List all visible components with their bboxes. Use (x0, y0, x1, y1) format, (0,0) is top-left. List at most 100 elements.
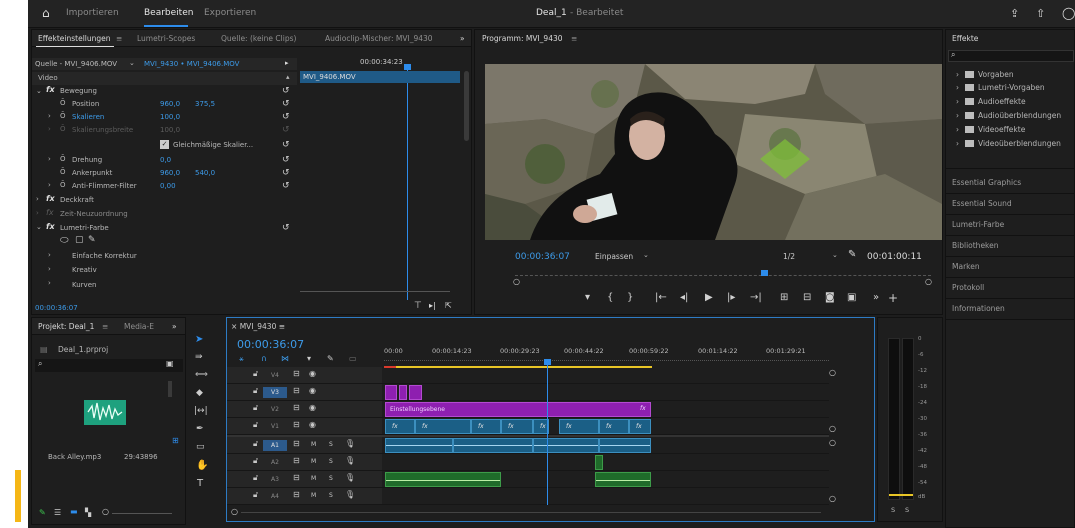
green-audio-clip[interactable] (595, 472, 651, 487)
more-tabs-icon[interactable]: » (172, 322, 177, 331)
purple-clip[interactable] (385, 385, 397, 400)
track-target[interactable]: A3 (263, 474, 287, 485)
audio-clip[interactable] (453, 438, 533, 453)
solo-left-button[interactable]: S (891, 506, 895, 514)
tab-quelle[interactable]: Quelle: (keine Clips) (221, 34, 296, 43)
zoom-slider-track[interactable] (112, 513, 172, 514)
program-timecode[interactable]: 00:00:36:07 (515, 252, 570, 262)
new-bin-icon[interactable]: ▣ (166, 359, 174, 368)
play-only-icon[interactable]: ▸ (285, 59, 289, 67)
mute-button[interactable]: M (311, 492, 316, 499)
reset-icon[interactable]: ↺ (282, 155, 290, 165)
sync-lock-icon[interactable]: ⊟ (293, 420, 300, 429)
tab-lumetri-scopes[interactable]: Lumetri-Scopes (137, 34, 195, 43)
reset-icon[interactable]: ↺ (282, 112, 290, 122)
lift-icon[interactable]: ⊞ (780, 292, 788, 303)
track-target[interactable]: V4 (263, 370, 287, 381)
sync-lock-icon[interactable]: ⊟ (293, 456, 300, 465)
stopwatch-icon[interactable]: Ō (60, 112, 66, 120)
sequence-label[interactable]: MVI_9430 • MVI_9406.MOV (144, 60, 239, 68)
ripple-tool-icon[interactable]: ⟺ (195, 370, 208, 380)
track-target[interactable]: A4 (263, 491, 287, 502)
home-icon[interactable]: ⌂ (42, 6, 50, 20)
rect-mask-icon[interactable]: ▢ (75, 235, 84, 245)
program-playhead[interactable] (761, 270, 768, 276)
mark-out-icon[interactable]: } (627, 292, 633, 303)
tab-audioclip-mischer[interactable]: Audioclip-Mischer: MVI_9430 (325, 34, 433, 43)
panel-menu-icon[interactable]: ≡ (102, 322, 108, 331)
video-clip[interactable]: fx (599, 419, 629, 434)
step-forward-icon[interactable]: |▸ (727, 292, 735, 303)
pen-tool-icon[interactable]: ✒ (196, 424, 204, 434)
section-marken[interactable]: Marken (952, 262, 980, 271)
tab-bearbeiten[interactable]: Bearbeiten (144, 8, 193, 18)
razor-tool-icon[interactable]: ◆ (196, 388, 203, 398)
reset-icon[interactable]: ↺ (282, 86, 290, 96)
section-essential-sound[interactable]: Essential Sound (952, 199, 1012, 208)
video-clip[interactable]: fx (629, 419, 651, 434)
zoom-end-handle[interactable]: ○ (925, 277, 932, 286)
tab-importieren[interactable]: Importieren (66, 8, 119, 18)
timeline-timecode[interactable]: 00:00:36:07 (237, 338, 304, 351)
eye-icon[interactable]: ◉ (309, 403, 316, 412)
freeform-view-icon[interactable]: ▚ (85, 508, 91, 517)
eye-icon[interactable]: ◉ (309, 420, 316, 429)
solo-right-button[interactable]: S (905, 506, 909, 514)
project-clip-name[interactable]: Back Alley.mp3 (48, 453, 101, 461)
share-icon[interactable]: ⇧ (1036, 7, 1045, 20)
microphone-icon[interactable]: 🎙︎ (345, 456, 355, 465)
mute-button[interactable]: M (311, 441, 316, 448)
mute-button[interactable]: M (311, 458, 316, 465)
snap-icon[interactable]: ∩ (261, 354, 267, 363)
add-marker-icon[interactable]: ▾ (307, 354, 311, 363)
mark-in-icon[interactable]: { (607, 292, 613, 303)
wrench-icon[interactable]: ✎ (848, 249, 856, 260)
pencil-icon[interactable]: ✎ (39, 508, 46, 517)
icon-view-icon[interactable]: ▬ (70, 507, 78, 516)
tab-media-browser[interactable]: Media-E (124, 322, 154, 331)
sync-lock-icon[interactable]: ⊟ (293, 490, 300, 499)
fullscreen-icon[interactable]: ◯ (1062, 6, 1075, 20)
adjustment-layer-clip[interactable]: Einstellungsebene fx (385, 402, 651, 417)
mute-button[interactable]: M (311, 475, 316, 482)
zoom-slider-handle[interactable]: ○ (102, 507, 109, 516)
effects-item[interactable]: › Videoeffekte (956, 125, 1025, 134)
microphone-icon[interactable]: 🎙︎ (345, 490, 355, 499)
go-to-out-icon[interactable]: →| (750, 292, 762, 303)
nest-icon[interactable]: ⚹ (239, 354, 244, 364)
stopwatch-icon[interactable]: Ō (60, 99, 66, 107)
linked-selection-icon[interactable]: ⋈ (281, 354, 289, 363)
stopwatch-icon[interactable]: Ō (60, 155, 66, 163)
effects-item[interactable]: › Videoüberblendungen (956, 139, 1061, 148)
video-clip[interactable]: fx (559, 419, 599, 434)
sync-lock-icon[interactable]: ⊟ (293, 473, 300, 482)
solo-button[interactable]: S (329, 441, 333, 448)
filter-icon[interactable]: ⊤ (414, 301, 422, 311)
pen-mask-icon[interactable]: ✎ (88, 235, 96, 245)
audio-zoom-handle[interactable]: ○ (829, 438, 836, 447)
track-select-tool-icon[interactable]: ⇛ (195, 352, 203, 362)
resolution-dropdown[interactable]: 1/2 (783, 252, 795, 261)
add-button-icon[interactable]: + (888, 291, 898, 305)
ec-zoom-slider[interactable] (300, 291, 450, 292)
ec-scrollbar[interactable] (464, 71, 469, 141)
checkbox-checked[interactable]: ✓ (160, 140, 169, 149)
ec-timecode[interactable]: 00:00:36:07 (35, 304, 78, 312)
panel-menu-icon[interactable]: ≡ (571, 34, 577, 43)
video-clip[interactable]: fx (471, 419, 501, 434)
chevron-down-icon[interactable]: ⌄ (129, 59, 135, 67)
section-protokoll[interactable]: Protokoll (952, 283, 984, 292)
more-icon[interactable]: » (873, 292, 879, 303)
track-target[interactable]: V2 (263, 404, 287, 415)
camera-icon[interactable]: ◙ (825, 292, 835, 303)
quick-export-icon[interactable]: ⇪ (1010, 7, 1019, 20)
sync-lock-icon[interactable]: ⊟ (293, 439, 300, 448)
reset-icon[interactable]: ↺ (282, 168, 290, 178)
lock-icon[interactable]: 🔓︎ (253, 456, 258, 466)
stopwatch-icon[interactable]: Ō (60, 181, 66, 189)
section-bibliotheken[interactable]: Bibliotheken (952, 241, 999, 250)
audio-clip[interactable] (533, 438, 599, 453)
effects-item[interactable]: › Vorgaben (956, 70, 1014, 79)
zoom-start-handle[interactable]: ○ (513, 277, 520, 286)
section-informationen[interactable]: Informationen (952, 304, 1005, 313)
